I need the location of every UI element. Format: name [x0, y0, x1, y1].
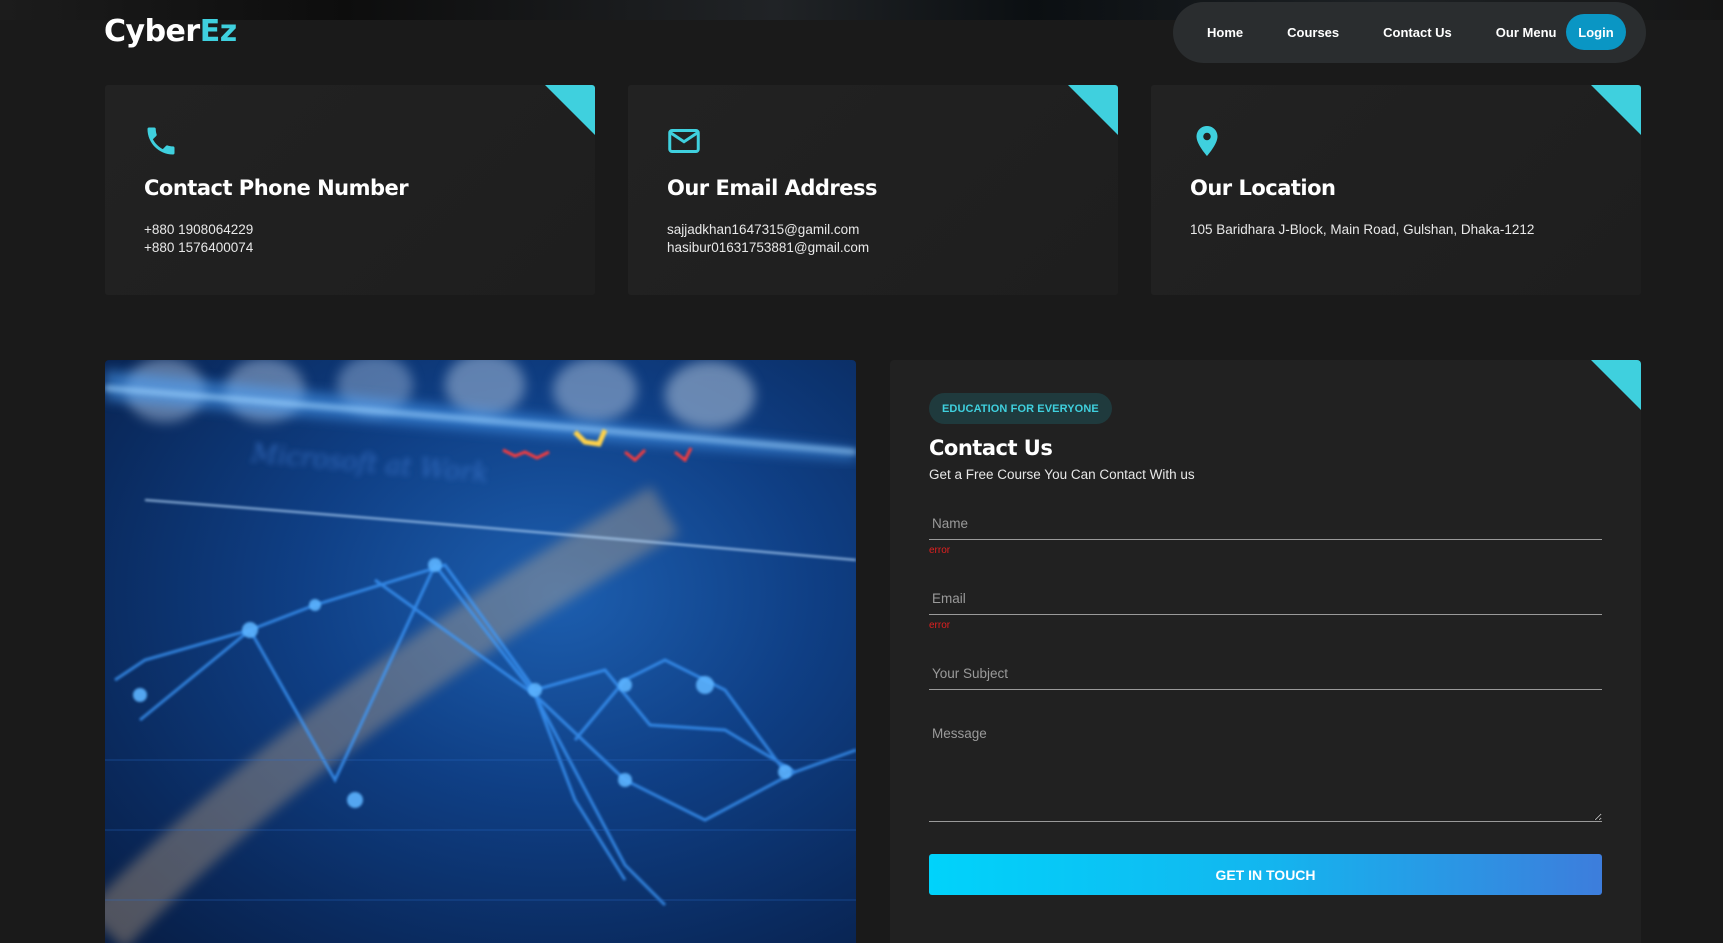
- card-details: +880 1908064229 +880 1576400074: [144, 221, 253, 257]
- contact-location-card: Our Location 105 Baridhara J-Block, Main…: [1151, 85, 1641, 295]
- section-badge: EDUCATION FOR EVERYONE: [929, 393, 1112, 424]
- chart-photo-illustration: Microsoft at Work: [105, 360, 856, 943]
- name-error: error: [929, 545, 951, 556]
- envelope-icon: [668, 129, 700, 153]
- card-corner-accent: [545, 85, 595, 135]
- login-button[interactable]: Login: [1566, 14, 1626, 50]
- contact-phone-card: Contact Phone Number +880 1908064229 +88…: [105, 85, 595, 295]
- get-in-touch-button[interactable]: GET IN TOUCH: [929, 854, 1602, 895]
- nav-courses[interactable]: Courses: [1287, 25, 1339, 40]
- card-title: Our Email Address: [667, 176, 878, 200]
- subject-field[interactable]: [929, 658, 1602, 690]
- email-address[interactable]: sajjadkhan1647315@gamil.com: [667, 221, 869, 239]
- email-field[interactable]: [929, 583, 1602, 615]
- email-address[interactable]: hasibur01631753881@gmail.com: [667, 239, 869, 257]
- location-address: 105 Baridhara J-Block, Main Road, Gulsha…: [1190, 222, 1535, 237]
- name-field[interactable]: [929, 508, 1602, 540]
- site-header: CyberEz Home Courses Contact Us Our Menu…: [0, 0, 1723, 66]
- form-subtitle: Get a Free Course You Can Contact With u…: [929, 467, 1195, 482]
- card-details: sajjadkhan1647315@gamil.com hasibur01631…: [667, 221, 869, 257]
- nav-contact-us[interactable]: Contact Us: [1383, 25, 1452, 40]
- phone-number: +880 1576400074: [144, 240, 254, 255]
- panel-corner-accent: [1591, 360, 1641, 410]
- logo-accent-text: Ez: [199, 14, 237, 49]
- nav-our-menu[interactable]: Our Menu: [1496, 25, 1557, 40]
- logo[interactable]: CyberEz: [104, 14, 237, 49]
- logo-main-text: Cyber: [104, 14, 200, 49]
- card-details: 105 Baridhara J-Block, Main Road, Gulsha…: [1190, 221, 1534, 239]
- phone-icon: [147, 127, 175, 155]
- card-title: Our Location: [1190, 176, 1336, 200]
- card-corner-accent: [1068, 85, 1118, 135]
- card-corner-accent: [1591, 85, 1641, 135]
- nav-home[interactable]: Home: [1207, 25, 1243, 40]
- main-nav: Home Courses Contact Us Our Menu Login: [1173, 2, 1646, 63]
- form-title: Contact Us: [929, 436, 1053, 460]
- svg-text:Microsoft at Work: Microsoft at Work: [249, 438, 490, 489]
- email-error: error: [929, 620, 951, 631]
- card-title: Contact Phone Number: [144, 176, 409, 200]
- decorative-data-chart-image: Microsoft at Work: [105, 360, 856, 943]
- map-pin-icon: [1196, 126, 1218, 156]
- phone-number: +880 1908064229: [144, 222, 254, 237]
- contact-form-panel: EDUCATION FOR EVERYONE Contact Us Get a …: [890, 360, 1641, 943]
- message-field[interactable]: [929, 718, 1602, 822]
- contact-email-card: Our Email Address sajjadkhan1647315@gami…: [628, 85, 1118, 295]
